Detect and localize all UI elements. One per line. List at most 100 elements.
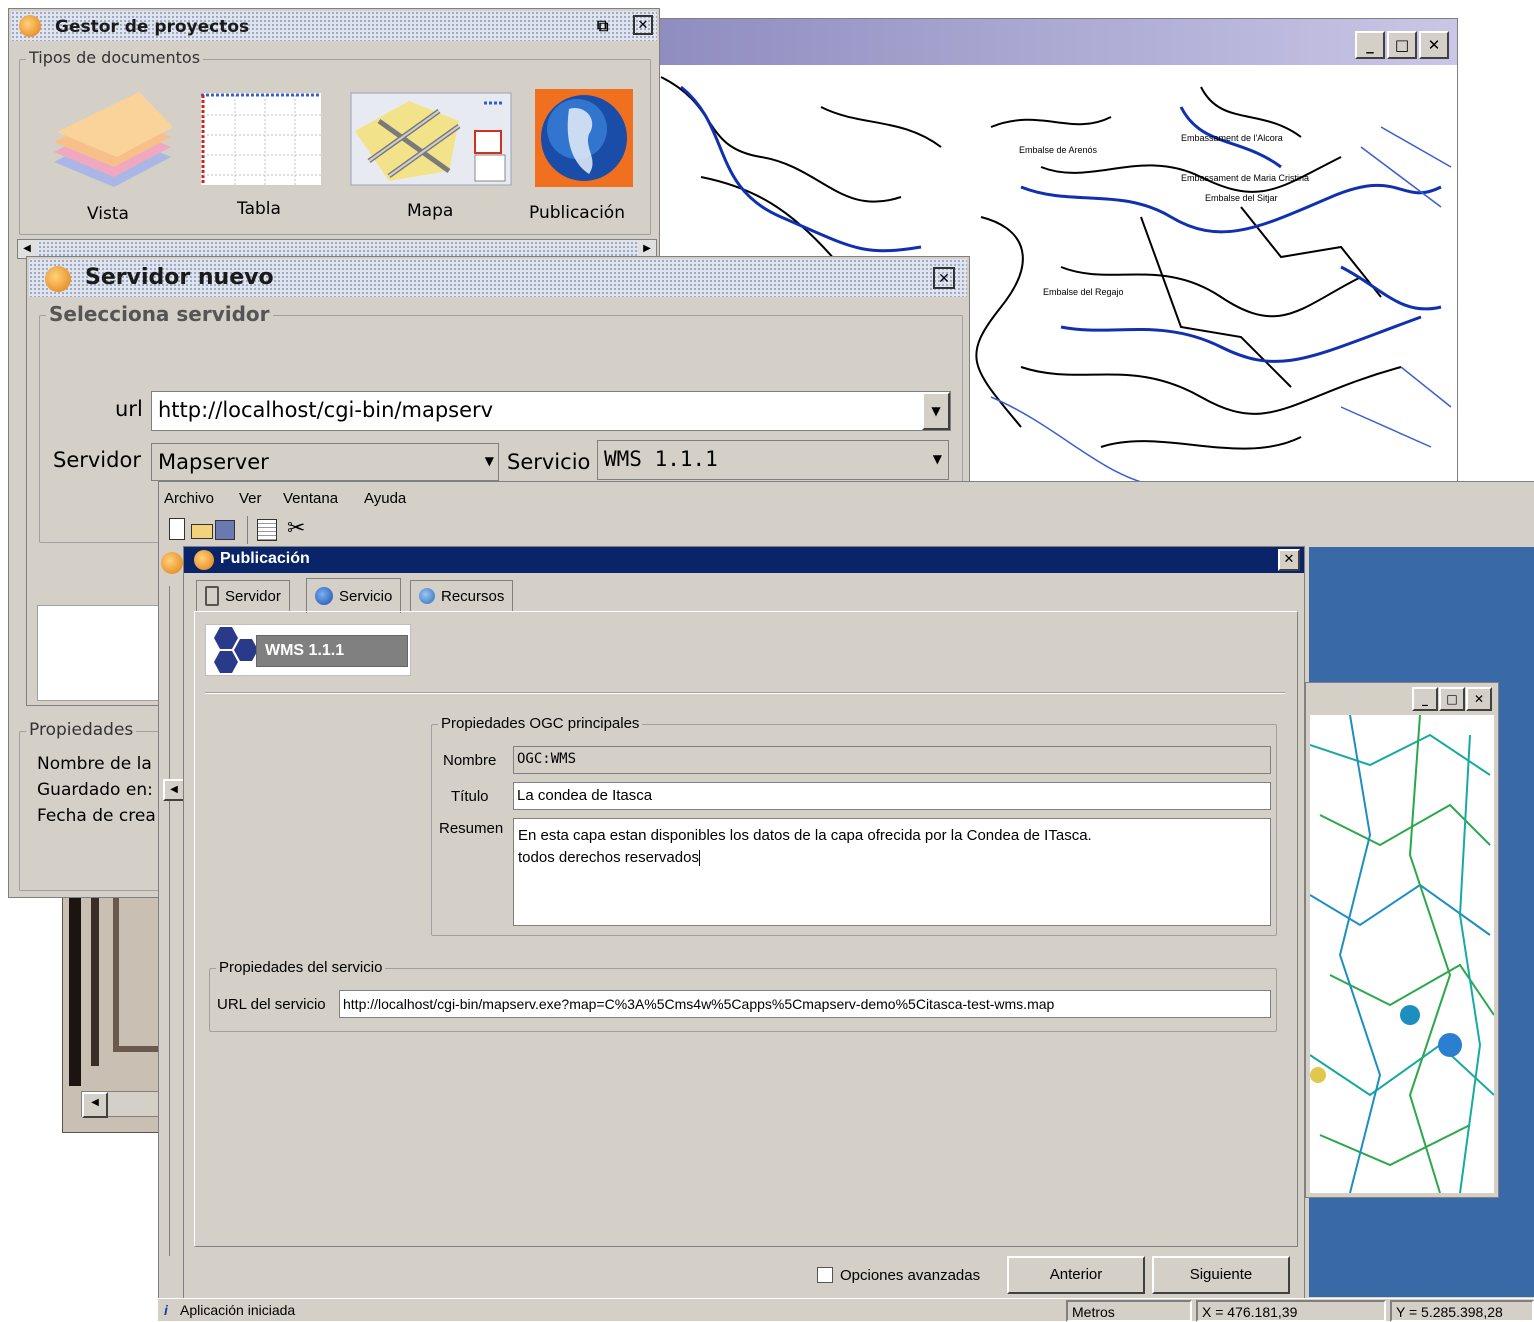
doc-type-publicacion[interactable]: Publicación [529,89,659,229]
title-value: La condea de Itasca [517,787,653,804]
properties-icon[interactable] [257,519,277,541]
close-icon[interactable]: ✕ [933,267,955,289]
tab-label: Servicio [339,587,393,605]
map-label: Embalse del Regajo [1043,287,1124,297]
globe-icon [315,587,333,605]
minimize-button[interactable]: _ [1412,687,1438,711]
resources-icon [419,588,435,604]
doc-type-tabla[interactable]: Tabla [195,89,335,229]
menu-archivo[interactable]: Archivo [164,490,214,507]
dropdown-arrow-icon[interactable]: ▼ [485,454,494,468]
dropdown-arrow-icon[interactable]: ▼ [922,392,950,430]
doc-type-mapa[interactable]: Mapa [349,91,515,231]
service-label: Servicio [507,450,591,474]
wms-badge-bar: WMS 1.1.1 [256,635,408,667]
url-value: http://localhost/cgi-bin/mapserv [158,398,494,422]
server-value: Mapserver [158,450,269,474]
window-title: Servidor nuevo [85,265,274,290]
tab-recursos[interactable]: Recursos [410,580,514,611]
advanced-options-label: Opciones avanzadas [840,1267,981,1284]
close-button[interactable]: ✕ [1466,687,1492,711]
project-manager-titlebar: Gestor de proyectos ⧉ ✕ [11,11,657,41]
detach-icon[interactable]: ⧉ [597,16,617,36]
open-folder-icon[interactable] [191,524,213,539]
abstract-line: En esta capa estan disponibles los datos… [518,827,1092,844]
y-coordinate-field: Y = 5.285.398,28 [1390,1300,1534,1322]
service-url-input[interactable]: http://localhost/cgi-bin/mapserv.exe?map… [339,990,1271,1018]
scroll-thumb[interactable] [38,241,638,257]
wms-badge: WMS 1.1.1 [205,624,411,676]
select-server-label: Selecciona servidor [46,302,273,326]
service-combo[interactable]: WMS 1.1.1 ▼ [597,440,949,480]
close-icon[interactable]: ✕ [633,15,653,35]
x-coordinate-value: X = 476.181,39 [1202,1304,1298,1320]
name-field: OGC:WMS [513,746,1271,774]
menu-ventana[interactable]: Ventana [283,490,338,507]
url-combo[interactable]: http://localhost/cgi-bin/mapserv ▼ [151,391,951,431]
server-icon [205,586,219,606]
x-coordinate-field: X = 476.181,39 [1196,1300,1386,1322]
tab-servicio[interactable]: Servicio [306,578,402,613]
close-button[interactable]: ✕ [1419,31,1449,59]
tools-icon[interactable]: ✂ [287,516,305,541]
tab-label: Recursos [441,587,505,605]
globe-icon [535,89,633,187]
property-name-label: Nombre de la [37,754,152,774]
new-server-titlebar: Servidor nuevo ✕ [29,259,967,297]
map-icon [350,92,512,186]
y-coordinate-value: Y = 5.285.398,28 [1396,1304,1503,1320]
wms-badge-label: WMS 1.1.1 [265,642,345,659]
scroll-left-button[interactable]: ◀ [82,1092,108,1118]
toolbar: ✂ [163,516,363,544]
map-label: Embalse de Arenós [1019,145,1098,155]
abstract-line: todos derechos reservados [518,849,699,866]
name-label: Nombre [443,752,497,769]
gvsig-logo-icon [161,552,183,574]
close-button[interactable]: ✕ [1278,549,1300,571]
separator [205,692,1285,694]
menu-bar: Archivo Ver Ventana Ayuda [159,486,1534,512]
doc-type-label: Mapa [407,201,454,221]
text-cursor [698,850,700,867]
property-date-label: Fecha de crea [37,806,156,826]
info-icon: i [164,1302,168,1318]
title-input[interactable]: La condea de Itasca [513,782,1271,810]
properties-label: Propiedades [26,720,137,740]
server-combo[interactable]: Mapserver ▼ [151,443,499,481]
new-file-icon[interactable] [169,518,185,540]
doc-type-label: Publicación [529,203,625,223]
save-icon[interactable] [215,520,235,540]
doc-types-label: Tipos de documentos [26,48,204,67]
property-saved-label: Guardado en: [37,780,153,800]
units-value: Metros [1072,1304,1115,1320]
menu-ayuda[interactable]: Ayuda [364,490,406,507]
title-label: Título [451,788,489,805]
dropdown-arrow-icon[interactable]: ▼ [933,452,942,466]
advanced-options-checkbox[interactable] [817,1267,833,1283]
ogc-properties-label: Propiedades OGC principales [438,715,643,732]
abstract-line-wrapper: todos derechos reservados [518,849,700,867]
name-value: OGC:WMS [517,751,577,767]
tab-servidor[interactable]: Servidor [196,580,290,611]
minimize-button[interactable]: _ [1355,31,1385,59]
publication-titlebar: Publicación ✕ [184,547,1304,573]
maximize-button[interactable]: □ [1387,31,1417,59]
status-bar: i Aplicación iniciada Metros X = 476.181… [158,1298,1534,1322]
mini-map-canvas[interactable] [1310,715,1494,1193]
doc-type-vista[interactable]: Vista [39,87,179,227]
abstract-textarea[interactable]: En esta capa estan disponibles los datos… [513,818,1271,926]
service-url-label: URL del servicio [217,996,326,1013]
previous-button[interactable]: Anterior [1007,1256,1145,1294]
status-text: Aplicación iniciada [180,1302,296,1318]
maximize-button[interactable]: □ [1439,687,1465,711]
gvsig-logo-icon [19,15,41,37]
table-icon [201,93,321,185]
map-label: Embalse del Sitjar [1205,193,1278,203]
scroll-left-button[interactable]: ◀ [163,779,185,801]
map-label: Embassament de Maria Cristina [1181,173,1309,183]
next-button[interactable]: Siguiente [1152,1256,1290,1294]
tab-label: Servidor [225,587,281,605]
service-url-value: http://localhost/cgi-bin/mapserv.exe?map… [343,996,1055,1012]
mini-map-window: _ □ ✕ [1305,682,1499,1198]
menu-ver[interactable]: Ver [239,490,262,507]
